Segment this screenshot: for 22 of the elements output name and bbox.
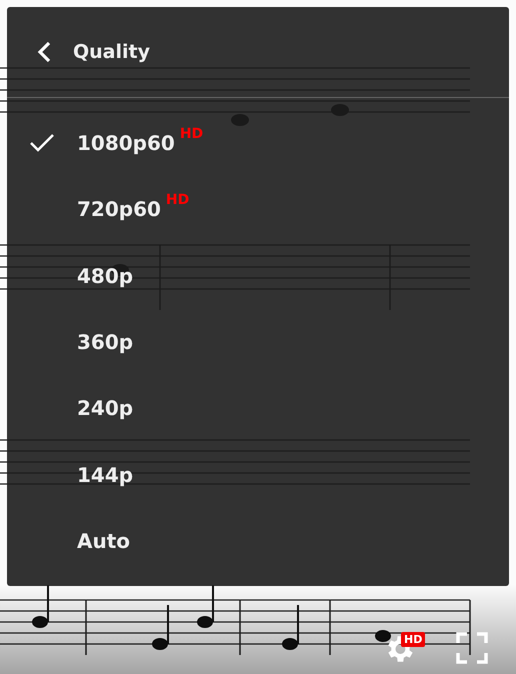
back-button[interactable] — [37, 41, 51, 63]
option-label: 1080p60 — [77, 131, 175, 156]
hd-label: HD — [180, 126, 204, 142]
option-label: 720p60 — [77, 197, 161, 222]
hd-label: HD — [166, 192, 190, 208]
quality-option[interactable]: 720p60 HD — [7, 176, 509, 243]
option-label: 144p — [77, 462, 134, 487]
back-icon — [37, 41, 51, 63]
option-label: Auto — [77, 528, 130, 553]
option-label: 480p — [77, 264, 134, 288]
option-label: 240p — [77, 396, 134, 420]
menu-title: Quality — [73, 41, 150, 63]
hd-badge: HD — [401, 632, 426, 647]
quality-option[interactable]: Auto — [7, 508, 509, 574]
option-label: 360p — [77, 330, 134, 354]
quality-option[interactable]: 240p — [7, 375, 509, 442]
quality-option[interactable]: 480p — [7, 242, 509, 309]
quality-option[interactable]: 1080p60 HD — [7, 110, 509, 176]
quality-option[interactable]: 144p — [7, 441, 509, 508]
fullscreen-icon — [456, 632, 488, 664]
quality-option[interactable]: 360p — [7, 308, 509, 376]
fullscreen-button[interactable] — [456, 632, 488, 664]
